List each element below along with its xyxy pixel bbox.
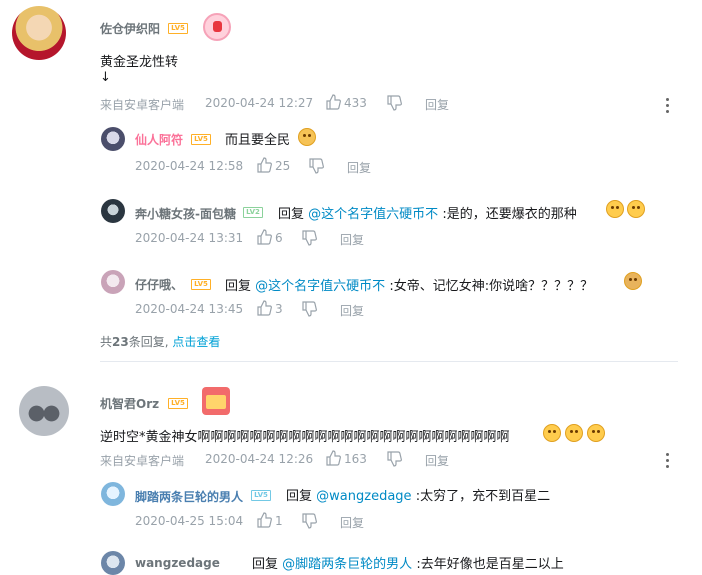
like-count: 1 — [275, 514, 283, 528]
thumb-down-icon[interactable] — [301, 301, 317, 317]
level-badge: LV2 — [243, 207, 263, 218]
cry-emoji-icon — [565, 424, 583, 442]
reply-username[interactable]: 仔仔哦、 — [135, 276, 183, 293]
thumb-down-icon[interactable] — [386, 451, 402, 467]
fan-badge-icon — [202, 387, 230, 415]
reply-text: 回复 @这个名字值六硬币不 :女帝、记忆女神:你说啥？？？？？ — [225, 275, 593, 294]
summary-suffix: 条回复, — [128, 335, 169, 349]
thumb-up-icon[interactable] — [256, 157, 272, 173]
comment-divider — [100, 361, 678, 362]
comment-time: 2020-04-24 12:26 — [205, 452, 314, 466]
avatar[interactable] — [101, 127, 125, 151]
avatar[interactable] — [101, 482, 125, 506]
reply-button[interactable]: 回复 — [425, 452, 449, 469]
like-count: 25 — [275, 159, 291, 173]
mention-link[interactable]: @脚踏两条巨轮的男人 — [282, 557, 412, 572]
mention-link[interactable]: @wangzedage — [316, 489, 411, 504]
reply-prefix: 回复 — [286, 489, 313, 504]
grin-emoji-icon — [606, 200, 624, 218]
avatar[interactable] — [12, 6, 66, 60]
comment-text: 黄金圣龙性转 — [100, 55, 179, 70]
more-vertical-icon[interactable] — [666, 453, 670, 471]
reply-time: 2020-04-24 13:31 — [135, 231, 244, 245]
level-badge: LV5 — [168, 23, 188, 34]
more-vertical-icon[interactable] — [666, 98, 670, 116]
avatar[interactable] — [19, 386, 69, 436]
like-count: 6 — [275, 231, 283, 245]
reply-username[interactable]: wangzedage — [135, 556, 220, 570]
mention-link[interactable]: @这个名字值六硬币不 — [308, 207, 438, 222]
reply-body: :是的，还要爆衣的那种 — [442, 207, 577, 222]
reply-text: 回复 @这个名字值六硬币不 :是的，还要爆衣的那种 — [278, 203, 577, 222]
reply-summary: 共23条回复, 点击查看 — [100, 333, 220, 350]
reply-username[interactable]: 仙人阿符 — [135, 131, 183, 148]
level-badge: LV5 — [168, 398, 188, 409]
thumb-down-icon[interactable] — [301, 513, 317, 529]
mention-link[interactable]: @这个名字值六硬币不 — [255, 279, 385, 294]
level-badge: LV5 — [191, 134, 211, 145]
avatar[interactable] — [101, 270, 125, 294]
fan-badge-icon — [203, 13, 231, 41]
reply-button[interactable]: 回复 — [340, 231, 364, 248]
reply-text: 回复 @脚踏两条巨轮的男人 :去年好像也是百星二以上 — [252, 553, 564, 572]
thumb-down-icon[interactable] — [301, 230, 317, 246]
reply-button[interactable]: 回复 — [425, 96, 449, 113]
reply-text: 而且要全民 — [225, 133, 291, 148]
comment-source: 来自安卓客户端 — [100, 98, 185, 112]
reply-time: 2020-04-24 12:58 — [135, 159, 244, 173]
comment-username[interactable]: 机智君Orz — [100, 395, 159, 412]
summary-prefix: 共 — [100, 335, 113, 349]
reply-time: 2020-04-25 15:04 — [135, 514, 244, 528]
reply-prefix: 回复 — [278, 207, 305, 222]
cat-emoji-icon — [298, 128, 316, 146]
avatar[interactable] — [101, 199, 125, 223]
reply-username[interactable]: 奔小糖女孩-面包糖 — [135, 205, 236, 222]
reply-button[interactable]: 回复 — [340, 514, 364, 531]
cry-emoji-icon — [587, 424, 605, 442]
reply-button[interactable]: 回复 — [347, 159, 371, 176]
comment-time: 2020-04-24 12:27 — [205, 96, 314, 110]
like-count: 163 — [344, 452, 367, 466]
level-badge: LV5 — [251, 490, 271, 501]
comment-text: ↓ — [100, 70, 111, 85]
thumb-up-icon[interactable] — [256, 229, 272, 245]
reply-button[interactable]: 回复 — [340, 302, 364, 319]
thumb-down-icon[interactable] — [386, 95, 402, 111]
avatar[interactable] — [101, 551, 125, 575]
reply-prefix: 回复 — [252, 557, 279, 572]
summary-count: 23 — [112, 335, 129, 349]
thumb-down-icon[interactable] — [308, 158, 324, 174]
thumb-up-icon[interactable] — [325, 94, 341, 110]
comment-username[interactable]: 佐仓伊织阳 — [100, 20, 160, 37]
reply-body: :太穷了，充不到百星二 — [415, 489, 551, 504]
like-count: 433 — [344, 96, 367, 110]
thumb-up-icon[interactable] — [256, 300, 272, 316]
comment-source: 来自安卓客户端 — [100, 454, 185, 468]
thumb-up-icon[interactable] — [256, 512, 272, 528]
view-more-link[interactable]: 点击查看 — [172, 335, 220, 349]
reply-time: 2020-04-24 13:45 — [135, 302, 244, 316]
comment-text: 逆时空*黄金神女啊啊啊啊啊啊啊啊啊啊啊啊啊啊啊啊啊啊啊啊啊啊啊啊 — [100, 430, 510, 445]
grin-emoji-icon — [627, 200, 645, 218]
level-badge: LV5 — [191, 279, 211, 290]
reply-body: :女帝、记忆女神:你说啥？？？？？ — [389, 279, 594, 294]
reply-text: 回复 @wangzedage :太穷了，充不到百星二 — [286, 485, 550, 504]
like-count: 3 — [275, 302, 283, 316]
doge-emoji-icon — [624, 272, 642, 290]
cry-emoji-icon — [543, 424, 561, 442]
reply-body: :去年好像也是百星二以上 — [416, 557, 564, 572]
reply-username[interactable]: 脚踏两条巨轮的男人 — [135, 488, 243, 505]
thumb-up-icon[interactable] — [325, 450, 341, 466]
reply-prefix: 回复 — [225, 279, 252, 294]
